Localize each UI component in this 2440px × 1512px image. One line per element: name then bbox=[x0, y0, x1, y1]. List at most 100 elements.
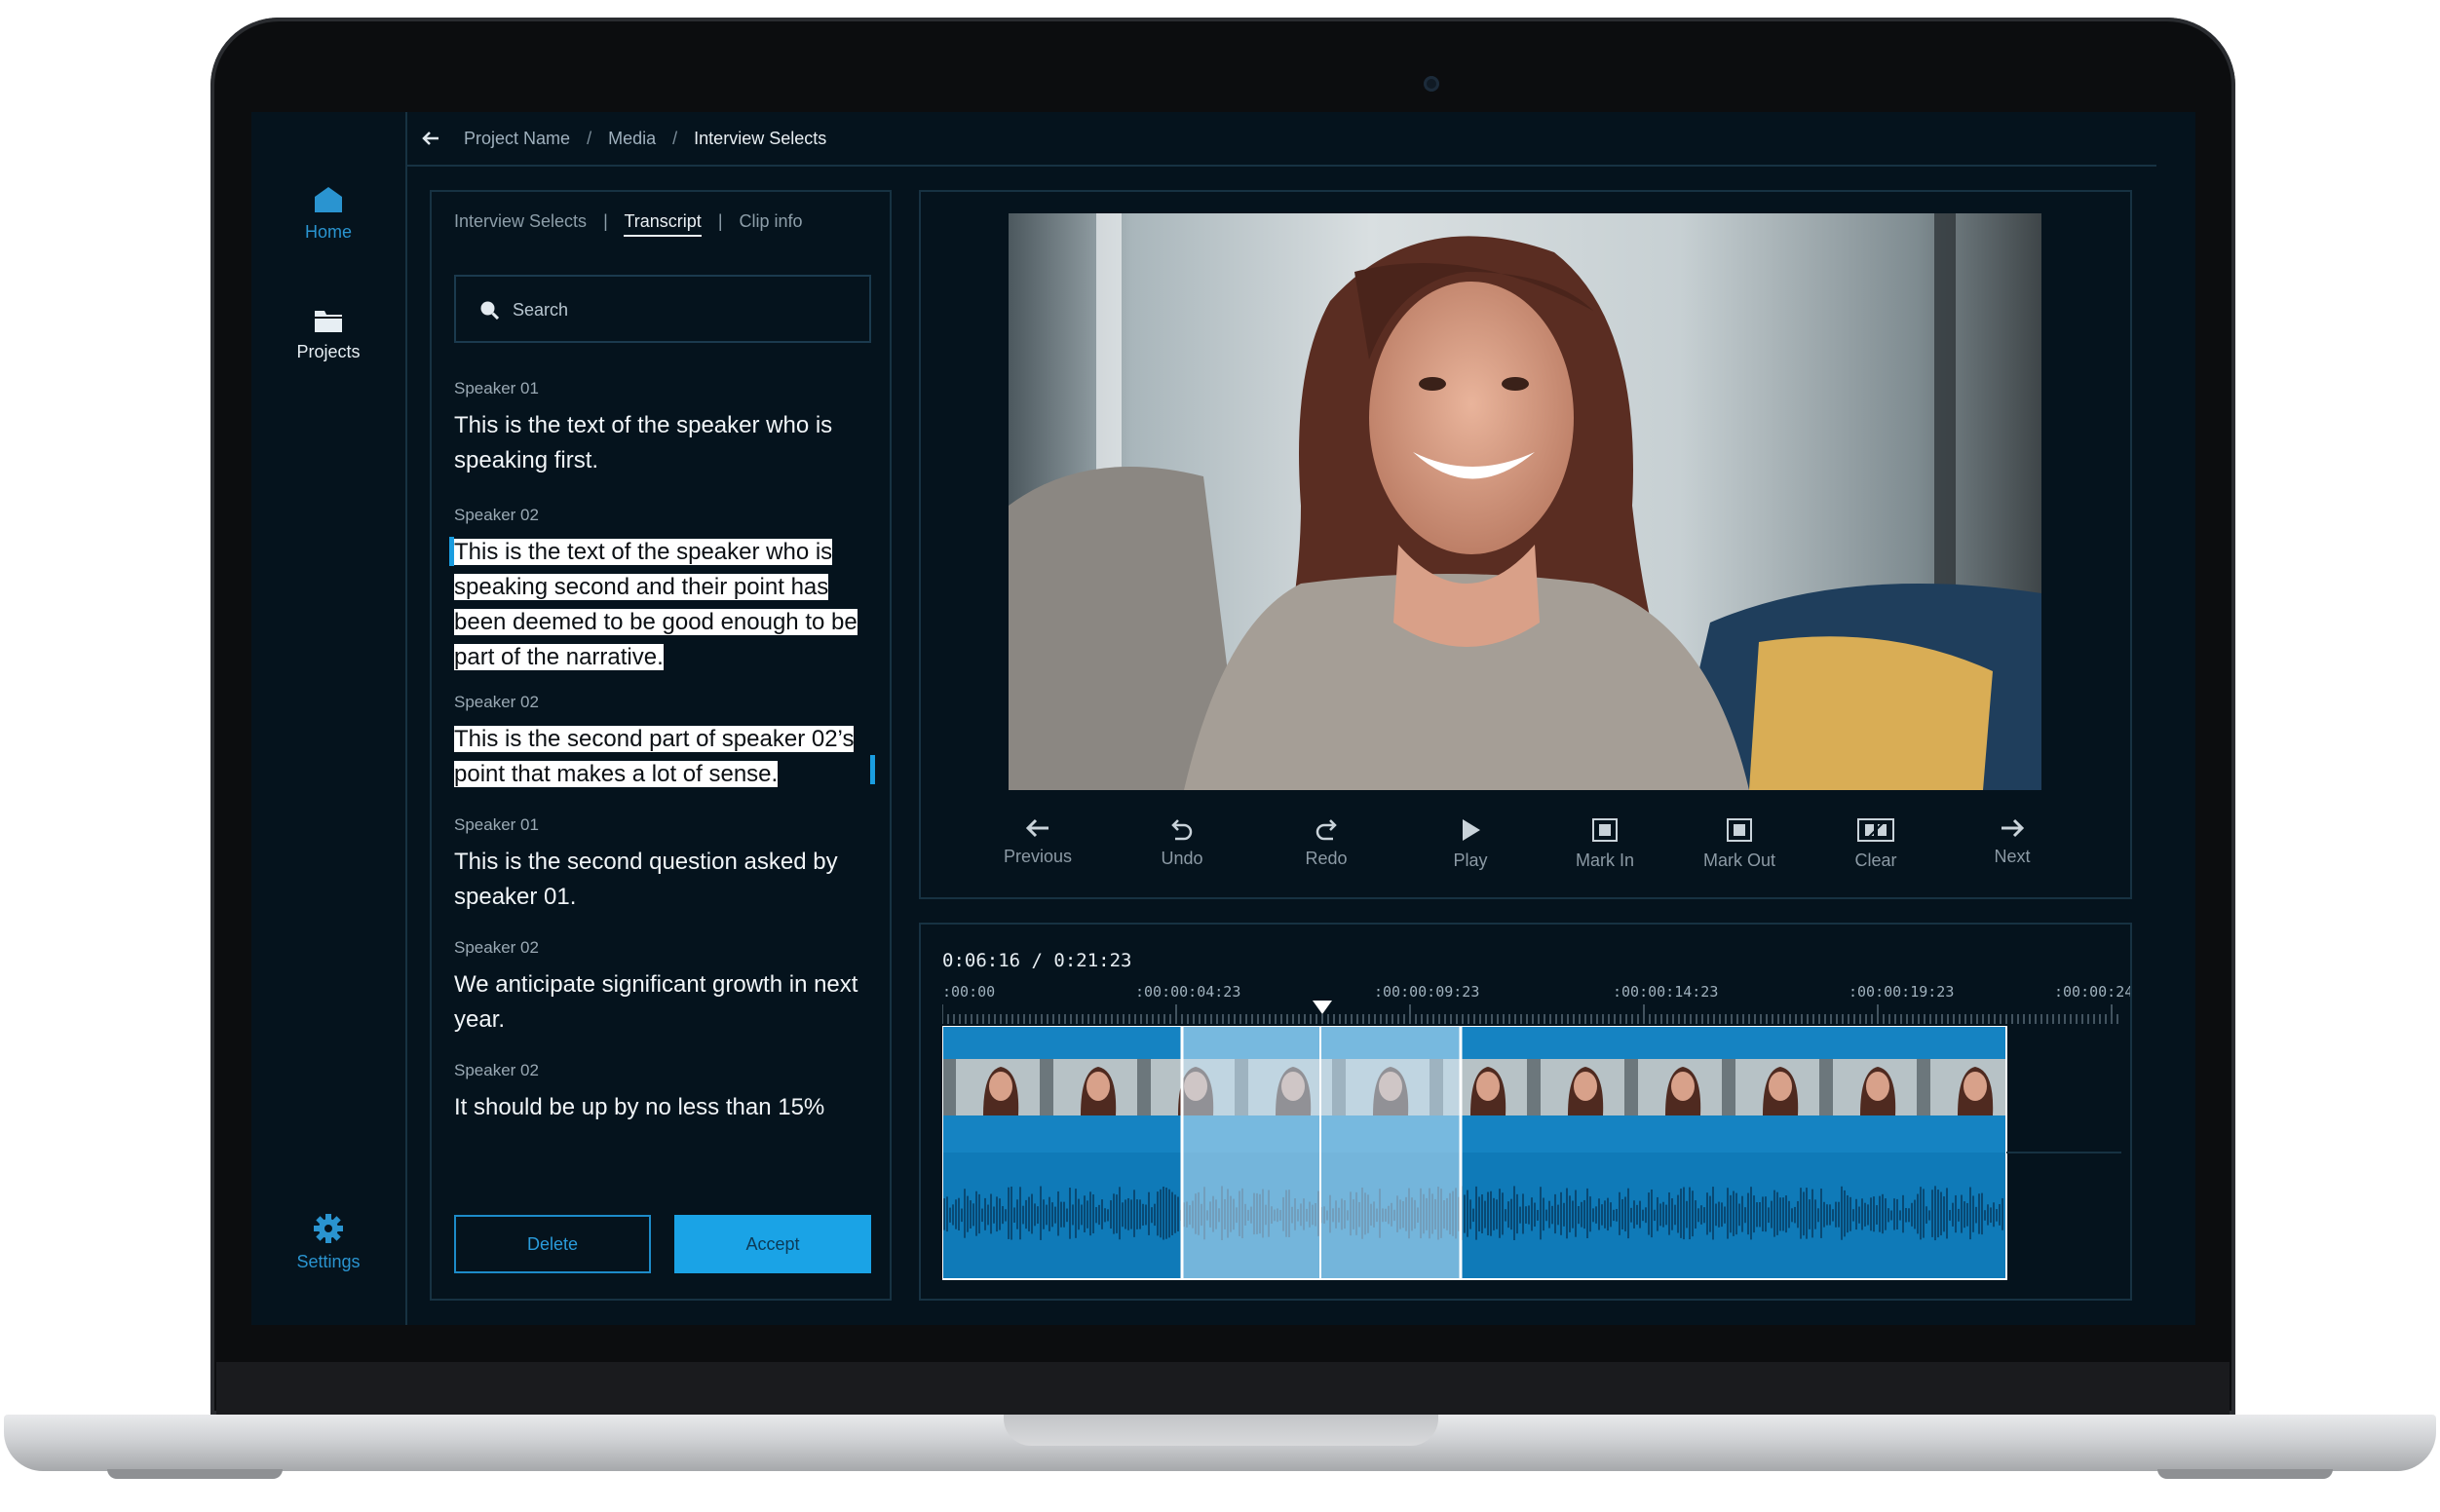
playback-controls: Previous Undo Redo Play Mark In Mark Out bbox=[979, 817, 2071, 886]
gear-icon bbox=[314, 1214, 343, 1243]
folder-icon bbox=[315, 311, 342, 332]
laptop-foot bbox=[2157, 1469, 2333, 1479]
timeline-tick-label: :00:00:24 bbox=[2054, 983, 2130, 1001]
breadcrumb-item[interactable]: Project Name bbox=[464, 129, 570, 148]
previous-button[interactable]: Previous bbox=[979, 817, 1096, 867]
mark-out-button[interactable]: Mark Out bbox=[1681, 817, 1798, 871]
clear-icon bbox=[1857, 818, 1894, 842]
video-frame-image bbox=[1009, 213, 2041, 790]
play-button[interactable]: Play bbox=[1412, 817, 1529, 871]
laptop-chin bbox=[216, 1362, 2230, 1417]
search-field[interactable] bbox=[454, 275, 871, 343]
control-label: Previous bbox=[1003, 847, 1073, 866]
timeline-tick-label: :00:00:04:23 bbox=[1135, 983, 1241, 1001]
control-label: Clear bbox=[1854, 850, 1897, 870]
utterance-text: This is the second question asked by spe… bbox=[454, 849, 838, 910]
transcript-entry[interactable]: Speaker 02 We anticipate significant gro… bbox=[454, 938, 873, 1038]
video-panel: Previous Undo Redo Play Mark In Mark Out bbox=[919, 190, 2132, 899]
breadcrumb-separator: / bbox=[587, 129, 592, 148]
clear-button[interactable]: Clear bbox=[1817, 817, 1934, 871]
video-thumbnail bbox=[1917, 1059, 2006, 1115]
mark-out-icon bbox=[1727, 818, 1752, 842]
sidebar-item-home[interactable]: Home bbox=[251, 185, 405, 243]
sidebar-item-label: Home bbox=[304, 222, 352, 242]
back-arrow-icon[interactable] bbox=[421, 130, 440, 147]
app-screen: Home Projects Settings Project Name / Me… bbox=[251, 112, 2195, 1325]
undo-icon bbox=[1171, 819, 1193, 841]
control-label: Mark In bbox=[1575, 850, 1634, 870]
highlighted-utterance-text: This is the second part of speaker 02’s … bbox=[454, 726, 855, 787]
speaker-label: Speaker 02 bbox=[454, 938, 539, 957]
breadcrumb: Project Name / Media / Interview Selects bbox=[407, 112, 2156, 167]
transcript-entry[interactable]: Speaker 02 This is the text of the speak… bbox=[454, 506, 873, 675]
highlighted-utterance-text: This is the text of the speaker who is s… bbox=[454, 539, 858, 670]
speaker-label: Speaker 02 bbox=[454, 506, 539, 524]
tab-bar: Interview Selects | Transcript | Clip in… bbox=[454, 211, 803, 237]
home-icon bbox=[315, 187, 342, 212]
laptop-notch bbox=[1004, 1415, 1438, 1446]
control-label: Play bbox=[1453, 850, 1488, 870]
sidebar-item-label: Projects bbox=[296, 342, 361, 361]
video-thumbnail bbox=[1819, 1059, 1917, 1115]
speaker-label: Speaker 02 bbox=[454, 693, 539, 711]
tab-separator: | bbox=[603, 211, 608, 231]
video-thumbnail bbox=[1722, 1059, 1819, 1115]
sidebar: Home Projects Settings bbox=[251, 112, 407, 1325]
control-label: Redo bbox=[1305, 849, 1348, 868]
breadcrumb-separator: / bbox=[672, 129, 678, 148]
control-label: Next bbox=[1994, 847, 2031, 866]
control-label: Undo bbox=[1161, 849, 1203, 868]
timeline-tick-label: :00:00:14:23 bbox=[1613, 983, 1719, 1001]
accept-button[interactable]: Accept bbox=[674, 1215, 871, 1273]
next-button[interactable]: Next bbox=[1954, 817, 2071, 867]
timecode-display: 0:06:16 / 0:21:23 bbox=[942, 950, 1132, 971]
transcript-entry[interactable]: Speaker 02 It should be up by no less th… bbox=[454, 1061, 873, 1125]
utterance-text: It should be up by no less than 15% bbox=[454, 1094, 825, 1120]
play-icon bbox=[1463, 819, 1480, 841]
timeline-ruler[interactable] bbox=[942, 1002, 2121, 1026]
timeline-tracks[interactable] bbox=[942, 1026, 2121, 1281]
transcript-panel: Interview Selects | Transcript | Clip in… bbox=[430, 190, 892, 1301]
transcript-entry[interactable]: Speaker 01 This is the text of the speak… bbox=[454, 379, 873, 478]
sidebar-item-label: Settings bbox=[296, 1252, 361, 1271]
transcript-entry[interactable]: Speaker 01 This is the second question a… bbox=[454, 815, 873, 915]
arrow-left-icon bbox=[1025, 818, 1048, 838]
speaker-label: Speaker 02 bbox=[454, 1061, 539, 1079]
arrow-right-icon bbox=[2002, 818, 2025, 838]
utterance-text: We anticipate significant growth in next… bbox=[454, 971, 858, 1033]
timeline-tick-label: :00:00 bbox=[942, 983, 996, 1001]
video-thumbnails bbox=[942, 1059, 2006, 1115]
tab-interview-selects[interactable]: Interview Selects bbox=[454, 211, 587, 231]
delete-button[interactable]: Delete bbox=[454, 1215, 651, 1273]
tab-clip-info[interactable]: Clip info bbox=[740, 211, 803, 231]
speaker-label: Speaker 01 bbox=[454, 815, 539, 834]
tab-transcript[interactable]: Transcript bbox=[624, 211, 702, 237]
undo-button[interactable]: Undo bbox=[1124, 817, 1240, 869]
redo-button[interactable]: Redo bbox=[1268, 817, 1385, 869]
video-thumbnail bbox=[942, 1059, 1040, 1115]
control-label: Mark Out bbox=[1702, 850, 1775, 870]
breadcrumb-item[interactable]: Media bbox=[608, 129, 656, 148]
transcript-entry[interactable]: Speaker 02 This is the second part of sp… bbox=[454, 693, 873, 792]
mark-in-button[interactable]: Mark In bbox=[1546, 817, 1663, 871]
laptop-foot bbox=[107, 1469, 283, 1479]
utterance-text: This is the text of the speaker who is s… bbox=[454, 412, 833, 473]
search-input[interactable] bbox=[511, 294, 846, 325]
sidebar-item-projects[interactable]: Projects bbox=[251, 307, 405, 362]
selection-start-handle[interactable] bbox=[449, 537, 454, 566]
video-player[interactable] bbox=[1009, 213, 2041, 790]
timeline-tick-label: :00:00:09:23 bbox=[1374, 983, 1480, 1001]
sidebar-item-settings[interactable]: Settings bbox=[251, 1213, 405, 1272]
video-thumbnail bbox=[1527, 1059, 1624, 1115]
tab-separator: | bbox=[717, 211, 723, 231]
video-thumbnail bbox=[1040, 1059, 1137, 1115]
timeline-panel: 0:06:16 / 0:21:23 :00:00 :00:00:04:23 :0… bbox=[919, 923, 2132, 1301]
video-thumbnail bbox=[1624, 1059, 1722, 1115]
playhead-handle-icon[interactable] bbox=[1313, 1001, 1332, 1016]
redo-icon bbox=[1315, 819, 1337, 841]
selection-end-handle[interactable] bbox=[870, 755, 875, 784]
breadcrumb-current: Interview Selects bbox=[694, 129, 827, 148]
timeline-tick-label: :00:00:19:23 bbox=[1849, 983, 1955, 1001]
speaker-label: Speaker 01 bbox=[454, 379, 539, 397]
camera-icon bbox=[1424, 76, 1439, 92]
